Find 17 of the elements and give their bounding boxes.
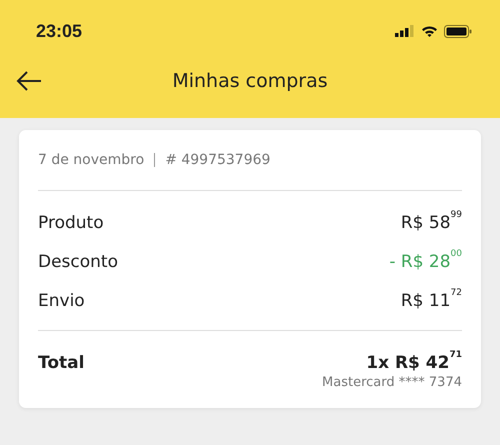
signal-icon: [395, 25, 415, 37]
total-amount: 1x R$ 42$^{71}$: [366, 353, 462, 373]
order-date: 7 de novembro: [38, 152, 144, 168]
wifi-icon: [421, 25, 438, 37]
total-label: Total: [38, 353, 84, 375]
line-label: Envio: [38, 290, 85, 310]
payment-method: Mastercard **** 7374: [322, 375, 462, 390]
status-time: 23:05: [36, 20, 82, 42]
line-amount: R$ 58$^{99}$: [400, 212, 462, 232]
page-title: Minhas compras: [171, 70, 329, 92]
order-number: # 4997537969: [165, 152, 270, 168]
battery-icon: [444, 24, 472, 38]
line-label: Produto: [38, 212, 104, 232]
line-amount: - R$ 28$^{00}$: [389, 252, 462, 272]
line-amount: R$ 11$^{72}$: [400, 290, 462, 310]
line-label: Desconto: [38, 252, 118, 272]
back-button[interactable]: [16, 71, 42, 91]
